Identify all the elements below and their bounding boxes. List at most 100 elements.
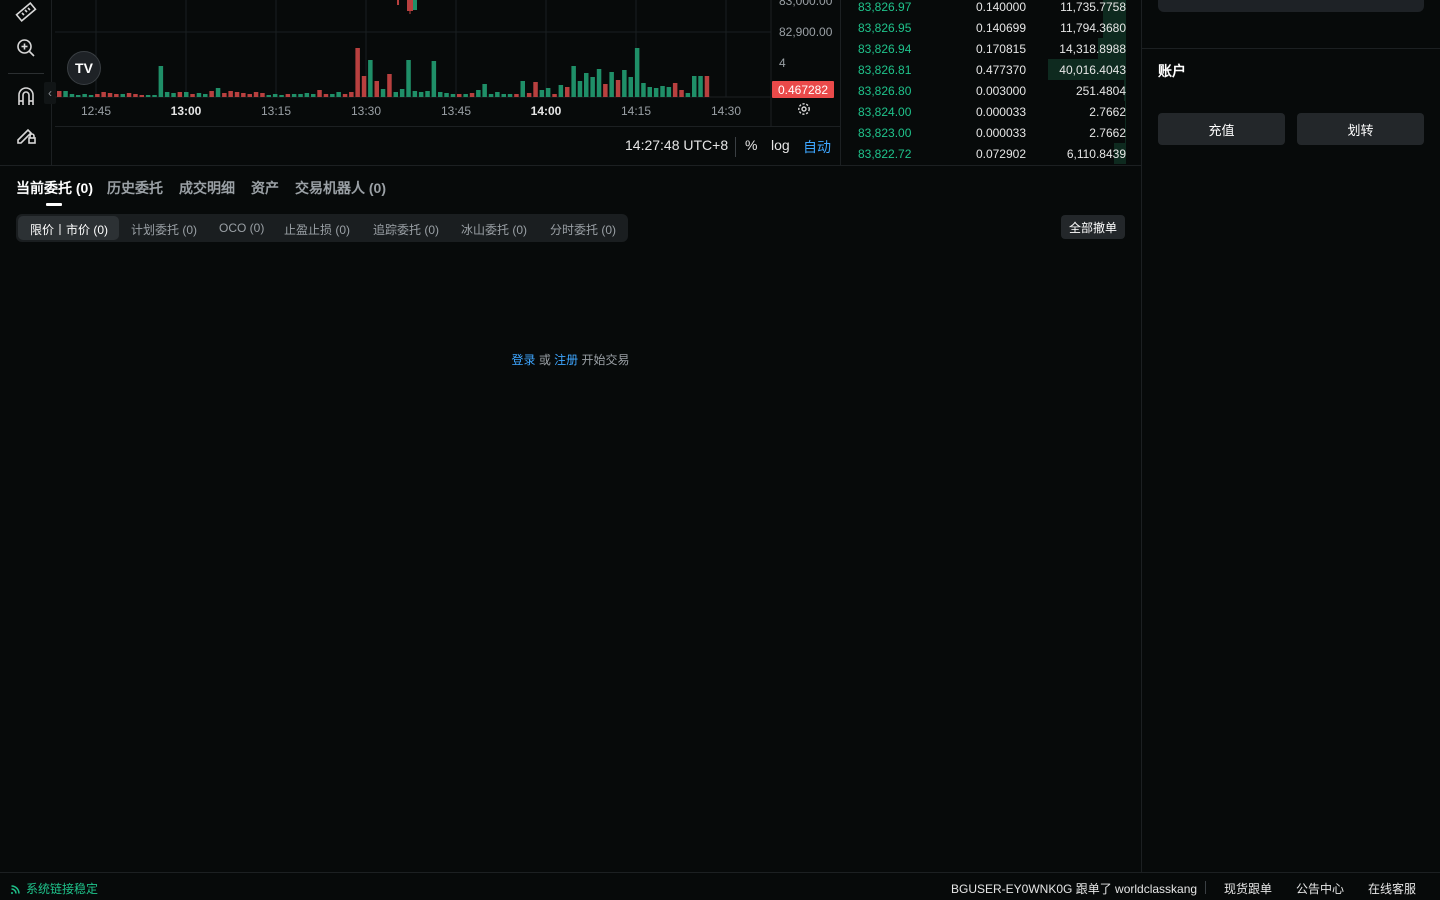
price-chart[interactable]: TV 83,000.00 82,900.00 4 0.467282 12:45 …	[55, 0, 841, 165]
volume-bar	[622, 70, 627, 97]
subtab-twap[interactable]: 分时委托 (0)	[550, 221, 616, 238]
order-book-row[interactable]: 83,826.94 0.170815 14,318.8988	[842, 38, 1141, 59]
volume-bar	[69, 94, 75, 97]
order-book-price: 83,826.94	[858, 42, 912, 56]
time-tick: 13:00	[170, 104, 202, 118]
volume-bar	[641, 83, 646, 97]
volume-bar	[95, 94, 100, 97]
spot-copy-link[interactable]: 现货跟单	[1224, 880, 1272, 897]
volume-bar	[120, 94, 125, 97]
subtab-iceberg[interactable]: 冰山委托 (0)	[461, 221, 527, 238]
subtab-oco[interactable]: OCO (0)	[219, 221, 264, 235]
deposit-button[interactable]: 充值	[1158, 113, 1285, 145]
volume-bar	[76, 95, 81, 97]
order-book-row[interactable]: 83,826.95 0.140699 11,794.3680	[842, 17, 1141, 38]
volume-bar	[698, 76, 703, 97]
volume-bar	[323, 94, 329, 97]
volume-bar	[590, 77, 595, 97]
order-book-row[interactable]: 83,826.80 0.003000 251.4804	[842, 80, 1141, 101]
order-book-price: 83,826.95	[858, 21, 912, 35]
volume-bar	[444, 93, 449, 97]
app: ‹ TV 83,000.00 82,900.00 4 0.467282 12:4…	[0, 0, 1440, 900]
zoom-in-icon[interactable]	[10, 32, 42, 64]
time-tick: 14:15	[620, 104, 652, 118]
toolbar-divider	[8, 73, 44, 74]
order-book-amount: 0.003000	[975, 84, 1026, 98]
volume-bar	[279, 95, 284, 97]
volume-bar	[82, 94, 87, 97]
orders-panel: 当前委托 (0) 历史委托 成交明细 资产 交易机器人 (0) 限价丨市价 (0…	[0, 165, 1141, 872]
time-tick: 14:30	[710, 104, 742, 118]
volume-bar	[101, 92, 106, 97]
tradingview-logo[interactable]: TV	[67, 51, 101, 85]
volume-bar	[514, 94, 519, 97]
subtab-tp-sl[interactable]: 止盈止损 (0)	[284, 221, 350, 238]
percent-scale-toggle[interactable]: %	[745, 137, 757, 153]
order-book-row[interactable]: 83,826.97 0.140000 11,735.7758	[842, 0, 1141, 17]
volume-bar	[107, 93, 113, 97]
tab-assets[interactable]: 资产	[251, 178, 279, 198]
order-book-row[interactable]: 83,822.72 0.072902 6,110.8439	[842, 143, 1141, 164]
volume-bar	[672, 83, 678, 97]
volume-bar	[647, 87, 652, 97]
pencil-lock-icon[interactable]	[10, 118, 42, 150]
volume-bar	[203, 94, 208, 97]
order-book-row[interactable]: 83,823.00 0.000033 2.7662	[842, 122, 1141, 143]
announcements-link[interactable]: 公告中心	[1296, 880, 1344, 897]
auto-scale-toggle[interactable]: 自动	[803, 137, 831, 157]
subtab-trailing[interactable]: 追踪委托 (0)	[373, 221, 439, 238]
ruler-icon[interactable]	[10, 0, 42, 28]
volume-bar	[317, 90, 322, 97]
transfer-button[interactable]: 划转	[1297, 113, 1424, 145]
volume-bar	[298, 94, 303, 97]
order-book-total: 2.7662	[1089, 105, 1126, 119]
or-text: 或	[538, 353, 551, 367]
volume-bar	[361, 76, 367, 97]
time-tick: 13:15	[260, 104, 292, 118]
login-prompt: 登录 或 注册 开始交易	[0, 351, 1141, 368]
time-tick: 14:00	[530, 104, 562, 118]
tab-trading-bots[interactable]: 交易机器人 (0)	[295, 178, 386, 198]
footer-divider	[1205, 881, 1206, 894]
chart-clock: 14:27:48 UTC+8	[625, 137, 729, 153]
copy-trade-notice[interactable]: BGUSER-EY0WNK0G 跟单了 worldclasskang	[951, 880, 1197, 897]
volume-bar	[342, 94, 348, 97]
tab-trade-details[interactable]: 成交明细	[179, 178, 235, 198]
volume-axis-label: 4	[779, 56, 786, 70]
volume-bar	[488, 94, 494, 97]
volume-bar	[177, 92, 183, 97]
volume-bar	[190, 94, 195, 97]
volume-bar	[63, 91, 68, 97]
volume-bar	[653, 88, 659, 97]
support-link[interactable]: 在线客服	[1368, 880, 1416, 897]
volume-bar	[501, 94, 506, 97]
volume-bar	[507, 94, 513, 97]
login-link[interactable]: 登录	[511, 353, 535, 367]
tab-current-orders[interactable]: 当前委托 (0)	[16, 178, 93, 198]
trade-submit-button[interactable]	[1158, 0, 1424, 12]
order-book-total: 11,794.3680	[1060, 21, 1126, 35]
chart-footer-divider	[735, 137, 736, 157]
volume-bar	[628, 77, 633, 97]
volume-bar	[260, 93, 265, 97]
subtab-limit-market[interactable]: 限价丨市价 (0)	[30, 221, 108, 238]
cancel-all-button[interactable]: 全部撤单	[1061, 215, 1125, 239]
volume-bar	[438, 92, 443, 97]
connection-status: 系统链接稳定	[10, 880, 98, 897]
volume-bar	[450, 94, 456, 97]
volume-bar	[615, 80, 621, 97]
order-book-amount: 0.170815	[975, 42, 1026, 56]
volume-bar	[558, 85, 564, 97]
log-scale-toggle[interactable]: log	[771, 137, 790, 153]
tab-order-history[interactable]: 历史委托	[107, 178, 163, 198]
order-book-row[interactable]: 83,826.81 0.477370 40,016.4043	[842, 59, 1141, 80]
order-book-row[interactable]: 83,824.00 0.000033 2.7662	[842, 101, 1141, 122]
magnet-icon[interactable]	[10, 81, 42, 113]
status-footer: 系统链接稳定 BGUSER-EY0WNK0G 跟单了 worldclasskan…	[0, 872, 1440, 900]
start-trading-text: 开始交易	[581, 353, 630, 367]
gear-icon[interactable]	[797, 102, 815, 120]
volume-bar	[495, 92, 500, 97]
volume-bar	[349, 92, 354, 97]
register-link[interactable]: 注册	[554, 353, 578, 367]
subtab-plan-orders[interactable]: 计划委托 (0)	[131, 221, 197, 238]
